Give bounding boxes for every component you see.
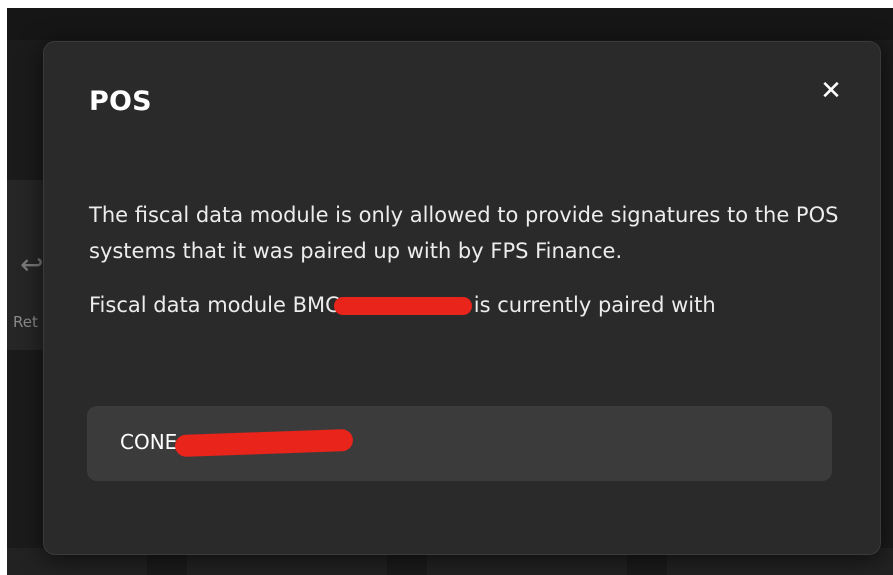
redaction-mark — [333, 297, 472, 315]
pos-dialog: POS ✕ The fiscal data module is only all… — [43, 41, 881, 555]
paired-pos-name: CONE — [120, 430, 178, 454]
dialog-title: POS — [89, 86, 152, 117]
paired-pos-item[interactable]: CONE — [87, 406, 832, 481]
pairing-status-prefix: Fiscal data module BMC — [89, 293, 340, 317]
dialog-body: The fiscal data module is only allowed t… — [89, 197, 849, 323]
background-card-label: Ret — [13, 313, 38, 331]
pairing-description: The fiscal data module is only allowed t… — [89, 203, 839, 263]
background-top-band — [7, 8, 893, 40]
pairing-status: Fiscal data module BMC is currently paire… — [89, 287, 849, 323]
redaction-mark — [174, 428, 354, 458]
app-background: ↩ Ret POS ✕ The fiscal data module is on… — [7, 8, 893, 575]
close-button[interactable]: ✕ — [816, 76, 846, 106]
pairing-status-suffix: is currently paired with — [473, 293, 716, 317]
return-icon: ↩ — [20, 248, 44, 281]
close-icon: ✕ — [820, 76, 842, 106]
